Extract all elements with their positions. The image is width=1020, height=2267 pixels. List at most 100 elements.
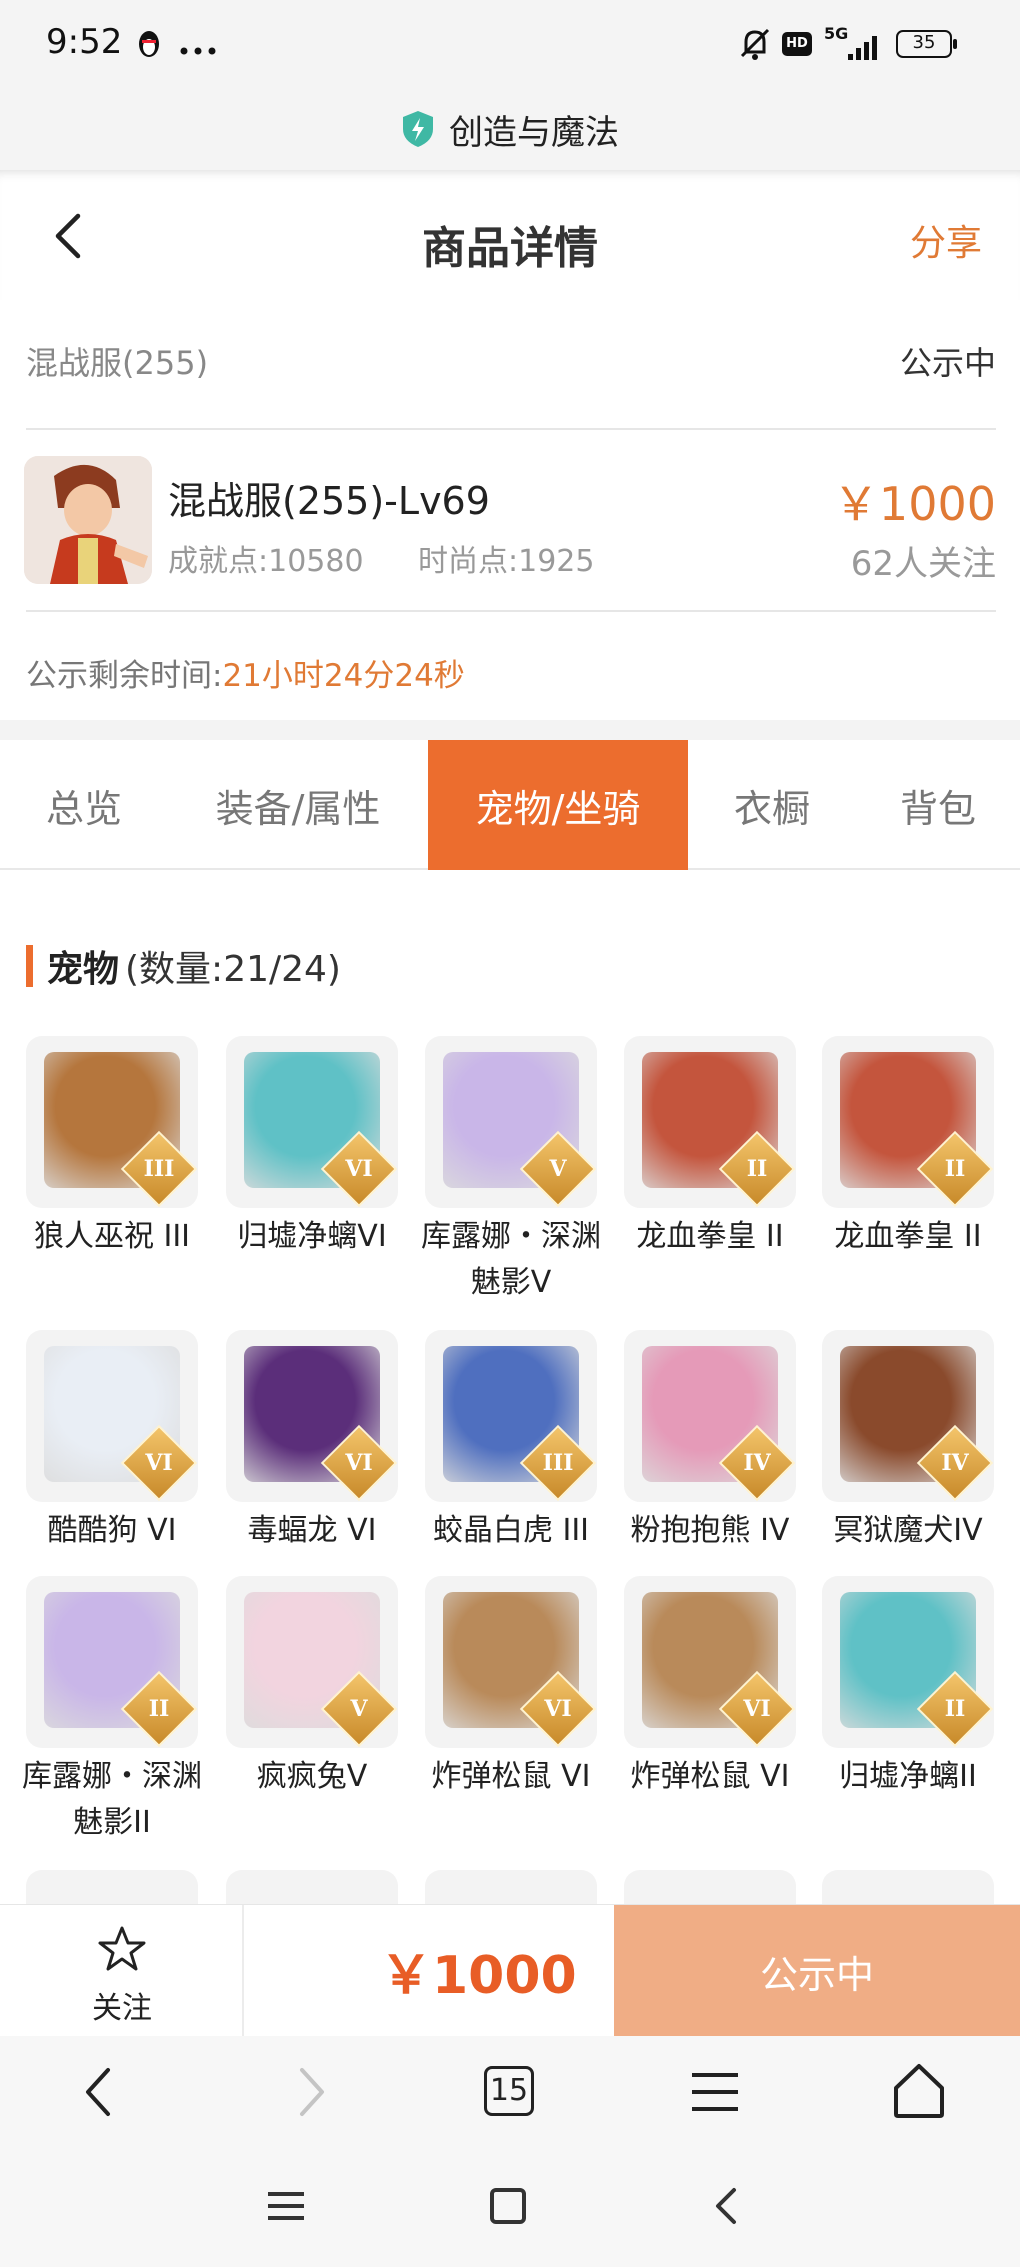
menu-button[interactable]	[690, 2070, 740, 2114]
system-home-button[interactable]	[490, 2188, 526, 2224]
server-name: 混战服(255)	[26, 344, 209, 382]
follow-button[interactable]: 关注	[0, 1905, 244, 2037]
qq-penguin-icon	[136, 28, 162, 60]
pet-thumbnail: V	[425, 1036, 597, 1208]
pet-name: 库露娜・深渊魅影V	[421, 1219, 601, 1300]
pet-item[interactable]: VI 归墟净螭VI	[226, 1036, 398, 1260]
pet-thumbnail: V	[226, 1576, 398, 1748]
pet-name: 蛟晶白虎 III	[432, 1513, 590, 1548]
hd-badge: HD	[782, 32, 812, 56]
pets-section-heading: 宠物 (数量:21/24)	[26, 944, 341, 990]
pet-thumbnail: VI	[26, 1330, 198, 1502]
pet-item[interactable]: VI 酷酷狗 VI	[26, 1330, 198, 1554]
star-icon	[98, 1926, 146, 1971]
status-bar: 9:52 HD 5G 35	[0, 0, 1020, 88]
pet-item[interactable]: III 狼人巫祝 III	[26, 1036, 198, 1260]
pet-thumbnail: VI	[226, 1036, 398, 1208]
more-dots-icon	[180, 40, 216, 55]
pet-thumbnail: III	[26, 1036, 198, 1208]
back-triangle-icon	[716, 2188, 736, 2224]
home-icon	[894, 2064, 944, 2118]
system-back-button[interactable]	[712, 2186, 742, 2226]
pet-thumbnail: III	[425, 1330, 597, 1502]
section-gap	[0, 720, 1020, 740]
pet-item[interactable]: V 库露娜・深渊魅影V	[421, 1036, 601, 1306]
battery-icon: 35	[896, 30, 958, 58]
pet-row-peek	[0, 1870, 1020, 1904]
pet-thumbnail: II	[822, 1036, 994, 1208]
share-button[interactable]: 分享	[910, 214, 982, 266]
bottom-action-bar: 关注 ￥1000 公示中	[0, 1904, 1020, 2037]
recent-apps-button[interactable]	[268, 2190, 304, 2222]
pet-item[interactable]: II 龙血拳皇 II	[624, 1036, 796, 1260]
pet-thumbnail: IV	[822, 1330, 994, 1502]
pet-item[interactable]: II 龙血拳皇 II	[822, 1036, 994, 1260]
pet-item[interactable]: IV 冥狱魔犬IV	[822, 1330, 994, 1554]
pet-thumbnail: VI	[226, 1330, 398, 1502]
app-header: 创造与魔法	[0, 88, 1020, 170]
tabs-count-button[interactable]: 15	[484, 2066, 534, 2116]
pet-name: 归墟净螭II	[839, 1759, 977, 1794]
tab-pets-mounts[interactable]: 宠物/坐骑	[428, 740, 688, 870]
browser-back-button[interactable]	[76, 2062, 126, 2122]
chevron-right-icon	[300, 2068, 324, 2116]
pet-item[interactable]: II 归墟净螭II	[822, 1576, 994, 1800]
remaining-label: 公示剩余时间:	[26, 658, 223, 694]
remaining-time-row: 公示剩余时间:21小时24分24秒	[26, 650, 465, 695]
battery-level: 35	[912, 32, 936, 53]
pet-name: 归墟净螭VI	[237, 1219, 387, 1254]
pets-title: 宠物	[47, 949, 120, 990]
tab-equipment[interactable]: 装备/属性	[168, 740, 428, 870]
pet-thumbnail: IV	[624, 1330, 796, 1502]
pet-item[interactable]: VI 炸弹松鼠 VI	[425, 1576, 597, 1800]
character-name: 混战服(255)-Lv69	[168, 479, 490, 523]
detail-tabs: 总览 装备/属性 宠物/坐骑 衣橱 背包	[0, 740, 1020, 870]
bottom-price: ￥1000	[380, 1946, 577, 2006]
pet-name: 龙血拳皇 II	[636, 1219, 784, 1254]
chevron-left-icon	[86, 2068, 110, 2116]
pet-item[interactable]: II 库露娜・深渊魅影II	[22, 1576, 202, 1846]
pet-thumbnail: VI	[624, 1576, 796, 1748]
pet-item[interactable]: IV 粉抱抱熊 IV	[624, 1330, 796, 1554]
pet-item[interactable]: V 疯疯兔V	[226, 1576, 398, 1800]
achievement-points: 成就点:10580	[168, 544, 364, 579]
publicity-status-button[interactable]: 公示中	[614, 1905, 1020, 2037]
pet-name: 龙血拳皇 II	[834, 1219, 982, 1254]
browser-forward-button[interactable]	[286, 2062, 336, 2122]
tab-backpack[interactable]: 背包	[856, 740, 1020, 870]
heading-accent-bar	[26, 945, 33, 987]
tab-overview[interactable]: 总览	[0, 740, 168, 870]
remaining-time: 21小时24分24秒	[222, 658, 465, 694]
listing-status: 公示中	[899, 344, 996, 382]
hamburger-icon	[692, 2073, 738, 2111]
status-time: 9:52	[46, 22, 123, 62]
recents-icon	[268, 2192, 304, 2220]
pet-name: 粉抱抱熊 IV	[630, 1513, 790, 1548]
pets-count: (数量:21/24)	[125, 949, 341, 990]
pet-name: 狼人巫祝 III	[33, 1219, 191, 1254]
follow-label: 关注	[92, 1991, 152, 2026]
tab-wardrobe[interactable]: 衣橱	[688, 740, 856, 870]
pet-name: 炸弹松鼠 VI	[630, 1759, 790, 1794]
shield-icon	[401, 109, 435, 149]
pet-item[interactable]: III 蛟晶白虎 III	[425, 1330, 597, 1554]
pet-name: 库露娜・深渊魅影II	[22, 1759, 202, 1840]
pet-thumbnail: II	[26, 1576, 198, 1748]
pet-name: 毒蝠龙 VI	[247, 1513, 377, 1548]
pet-item[interactable]: VI 炸弹松鼠 VI	[624, 1576, 796, 1800]
character-avatar[interactable]	[24, 456, 152, 584]
pet-name: 冥狱魔犬IV	[833, 1513, 983, 1548]
pet-item[interactable]: VI 毒蝠龙 VI	[226, 1330, 398, 1554]
pet-name: 酷酷狗 VI	[47, 1513, 177, 1548]
browser-toolbar: 15	[0, 2036, 1020, 2148]
follower-count: 62人关注	[850, 544, 996, 584]
system-navigation-bar	[0, 2148, 1020, 2267]
server-row: 混战服(255) 公示中	[26, 338, 996, 384]
nav-bar: 商品详情 分享	[0, 170, 1020, 300]
pet-name: 炸弹松鼠 VI	[431, 1759, 591, 1794]
bell-muted-icon	[738, 26, 772, 62]
pet-thumbnail: VI	[425, 1576, 597, 1748]
home-button[interactable]	[892, 2062, 946, 2120]
divider	[26, 428, 996, 430]
pet-name: 疯疯兔V	[256, 1759, 368, 1794]
